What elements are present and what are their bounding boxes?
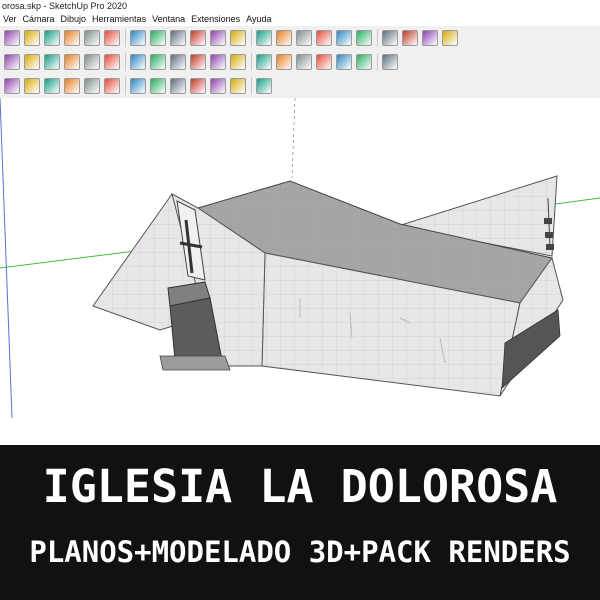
title-bar: orosa.skp - SketchUp Pro 2020 — [0, 0, 600, 12]
eraser-icon[interactable] — [24, 54, 40, 70]
wireframe-icon[interactable] — [296, 54, 312, 70]
push-pull-icon[interactable] — [64, 30, 80, 46]
select-icon[interactable] — [4, 54, 20, 70]
rotate-icon[interactable] — [104, 30, 120, 46]
pencil-icon[interactable] — [4, 30, 20, 46]
monochrome-icon[interactable] — [382, 54, 398, 70]
scale-icon[interactable] — [130, 30, 146, 46]
send-icon[interactable] — [336, 30, 352, 46]
axes-icon[interactable] — [210, 54, 226, 70]
zoom-extents-icon[interactable] — [276, 30, 292, 46]
position-camera-icon[interactable] — [150, 54, 166, 70]
zoom-icon[interactable] — [256, 30, 272, 46]
layout-icon[interactable] — [402, 30, 418, 46]
move-icon[interactable] — [84, 30, 100, 46]
menu-extensiones[interactable]: Extensiones — [188, 14, 243, 24]
toolbar-separator — [125, 77, 126, 95]
walk-icon[interactable] — [104, 54, 120, 70]
dimension-icon[interactable] — [230, 54, 246, 70]
polygon-icon[interactable] — [44, 78, 60, 94]
sandbox-icon[interactable] — [170, 78, 186, 94]
green-axis-far — [554, 197, 600, 205]
toolbar-separator — [125, 53, 126, 71]
protractor-icon[interactable] — [256, 54, 272, 70]
entrance-steps — [159, 355, 231, 371]
model-viewport[interactable] — [0, 98, 600, 445]
church-model — [0, 98, 600, 419]
shaded-icon[interactable] — [336, 54, 352, 70]
textured-icon[interactable] — [356, 54, 372, 70]
menu-dibujo[interactable]: Dibujo — [58, 14, 90, 24]
look-icon[interactable] — [130, 54, 146, 70]
outliner-icon[interactable] — [130, 78, 146, 94]
component-icon[interactable] — [442, 30, 458, 46]
blue-axis — [0, 98, 13, 419]
menu-bar: Ver Cámara Dibujo Herramientas Ventana E… — [0, 13, 600, 25]
menu-camara[interactable]: Cámara — [20, 14, 58, 24]
banner-subtitle: PLANOS+MODELADO 3D+PACK RENDERS — [29, 535, 571, 569]
user-icon[interactable] — [382, 30, 398, 46]
text-icon[interactable] — [170, 30, 186, 46]
style-icon[interactable] — [422, 30, 438, 46]
chat-icon[interactable] — [230, 78, 246, 94]
ruby-icon[interactable] — [356, 30, 372, 46]
sound-icon[interactable] — [190, 78, 206, 94]
arc-icon[interactable] — [24, 30, 40, 46]
menu-ver[interactable]: Ver — [0, 14, 20, 24]
toolbar-row-1 — [0, 26, 600, 51]
shadow-icon[interactable] — [64, 54, 80, 70]
line-icon[interactable] — [4, 78, 20, 94]
menu-herramientas[interactable]: Herramientas — [89, 14, 149, 24]
extension-icon[interactable] — [316, 30, 332, 46]
toolbar-row-3 — [0, 74, 600, 99]
circle-icon[interactable] — [24, 78, 40, 94]
scenes-icon[interactable] — [150, 78, 166, 94]
tape-icon[interactable] — [150, 30, 166, 46]
toolbar-separator — [377, 29, 378, 47]
intersect-icon[interactable] — [104, 78, 120, 94]
fog-icon[interactable] — [170, 54, 186, 70]
settings-icon[interactable] — [210, 78, 226, 94]
edges-icon[interactable] — [190, 54, 206, 70]
toolbar-separator — [377, 53, 378, 71]
follow-me-icon[interactable] — [64, 78, 80, 94]
toolbar-separator — [251, 77, 252, 95]
offset-icon[interactable] — [84, 78, 100, 94]
toolbar-separator — [251, 53, 252, 71]
pan-icon[interactable] — [230, 30, 246, 46]
xray-icon[interactable] — [276, 54, 292, 70]
warehouse-icon[interactable] — [296, 30, 312, 46]
rectangle-icon[interactable] — [44, 30, 60, 46]
menu-ayuda[interactable]: Ayuda — [243, 14, 274, 24]
toolbar-separator — [251, 29, 252, 47]
orbit-icon[interactable] — [210, 30, 226, 46]
banner-title: IGLESIA LA DOLOROSA — [42, 460, 558, 513]
toolbar-row-2 — [0, 50, 600, 75]
paint-icon[interactable] — [190, 30, 206, 46]
toolbar-separator — [125, 29, 126, 47]
menu-ventana[interactable]: Ventana — [149, 14, 188, 24]
material-icon[interactable] — [44, 54, 60, 70]
blue-axis-up — [291, 98, 296, 179]
import-icon[interactable] — [256, 78, 272, 94]
hidden-line-icon[interactable] — [316, 54, 332, 70]
section-icon[interactable] — [84, 54, 100, 70]
window-title: orosa.skp - SketchUp Pro 2020 — [2, 1, 128, 11]
